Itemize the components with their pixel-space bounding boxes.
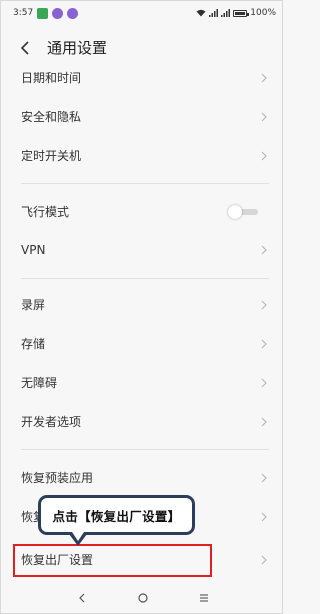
- signal-icon: [209, 9, 219, 17]
- purple-app-icon: [52, 7, 64, 19]
- purple-app-icon: [67, 7, 79, 19]
- settings-item-scheduled-power[interactable]: 定时开关机: [1, 137, 284, 175]
- chevron-right-icon: [261, 112, 267, 122]
- settings-item-label: 飞行模式: [21, 205, 70, 219]
- settings-item-label: VPN: [21, 243, 46, 257]
- back-nav-icon[interactable]: [75, 591, 89, 605]
- callout-tail-fill: [72, 532, 84, 541]
- settings-item-security-privacy[interactable]: 安全和隐私: [1, 98, 284, 136]
- settings-item-label: 定时开关机: [21, 149, 82, 163]
- chevron-right-icon: [261, 512, 267, 522]
- menu-nav-icon[interactable]: [197, 591, 211, 605]
- chevron-left-icon[interactable]: [17, 38, 35, 58]
- chevron-right-icon: [261, 73, 267, 83]
- settings-item-screen-record[interactable]: 录屏: [1, 286, 284, 324]
- battery-icon: [233, 9, 250, 17]
- factory-reset-highlight-box: [13, 544, 212, 577]
- phone-screen: 3:57 100% 通用设置 日期和时间 安全和隐私 定时开关机 飞行模式 VP…: [0, 0, 283, 614]
- settings-item-storage[interactable]: 存储: [1, 325, 284, 363]
- instruction-callout: 点击【恢复出厂设置】: [38, 495, 195, 546]
- chevron-right-icon: [261, 378, 267, 388]
- status-bar: 3:57 100%: [1, 1, 284, 25]
- settings-item-developer-options[interactable]: 开发者选项: [1, 403, 284, 441]
- settings-item-label: 录屏: [21, 298, 46, 312]
- wifi-icon: [196, 9, 206, 17]
- chevron-right-icon: [261, 300, 267, 310]
- chevron-right-icon: [261, 339, 267, 349]
- green-app-icon: [37, 7, 49, 19]
- battery-level-fill: [235, 11, 246, 15]
- chevron-right-icon: [261, 555, 267, 565]
- settings-item-label: 恢复预装应用: [21, 471, 94, 485]
- status-time: 3:57: [13, 8, 34, 18]
- settings-item-label: 开发者选项: [21, 415, 82, 429]
- home-nav-icon[interactable]: [136, 591, 150, 605]
- settings-item-restore-preinstalled[interactable]: 恢复预装应用: [1, 459, 284, 497]
- chevron-right-icon: [261, 151, 267, 161]
- settings-item-date-time[interactable]: 日期和时间: [1, 59, 284, 97]
- toggle-knob: [228, 205, 242, 219]
- settings-item-vpn[interactable]: VPN: [1, 231, 284, 269]
- battery-percent: 100%: [250, 8, 276, 18]
- system-nav-bar: [1, 581, 284, 614]
- settings-item-label: 无障碍: [21, 376, 58, 390]
- section-divider: [21, 183, 269, 184]
- settings-item-airplane-mode[interactable]: 飞行模式: [1, 193, 284, 231]
- callout-text: 点击【恢复出厂设置】: [52, 508, 181, 524]
- settings-item-accessibility[interactable]: 无障碍: [1, 364, 284, 402]
- chevron-right-icon: [261, 417, 267, 427]
- settings-item-label: 安全和隐私: [21, 110, 82, 124]
- settings-item-label: 日期和时间: [21, 71, 82, 85]
- chevron-right-icon: [261, 245, 267, 255]
- section-divider: [21, 449, 269, 450]
- section-divider: [21, 278, 269, 279]
- page-title: 通用设置: [47, 39, 108, 57]
- airplane-mode-toggle[interactable]: [228, 205, 258, 219]
- settings-item-label: 存储: [21, 337, 46, 351]
- chevron-right-icon: [261, 473, 267, 483]
- signal-icon: [221, 9, 231, 17]
